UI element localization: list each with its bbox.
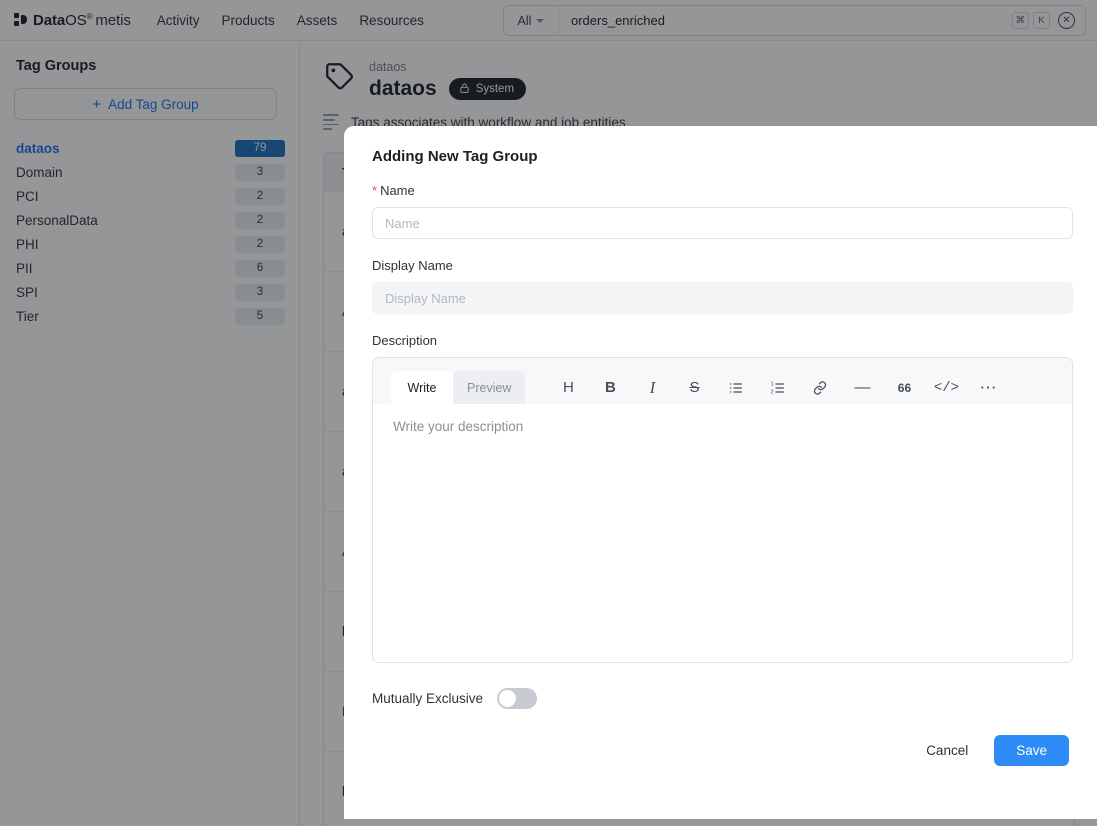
mutually-exclusive-label: Mutually Exclusive: [372, 691, 484, 706]
more-options-icon[interactable]: ⋯: [967, 371, 1009, 404]
tab-write[interactable]: Write: [391, 371, 453, 404]
bold-icon[interactable]: B: [589, 371, 631, 404]
editor-tabs: Write Preview: [391, 358, 526, 404]
modal-footer: Cancel Save: [372, 735, 1069, 766]
modal-title: Adding New Tag Group: [372, 148, 538, 165]
code-icon[interactable]: </>: [925, 371, 967, 404]
editor-toolbar: Write Preview H B I S 1 2 — 66 </> ⋯: [373, 358, 1072, 404]
description-field-label: Description: [372, 333, 438, 348]
italic-icon[interactable]: I: [631, 371, 673, 404]
numbered-list-icon[interactable]: 1 2: [757, 371, 799, 404]
save-button[interactable]: Save: [994, 735, 1069, 766]
display-name-input[interactable]: [372, 282, 1073, 314]
editor-tool-buttons: H B I S 1 2 — 66 </> ⋯: [547, 371, 1009, 404]
description-editor: Write Preview H B I S 1 2 — 66 </> ⋯ Wri…: [372, 357, 1073, 663]
description-placeholder: Write your description: [393, 419, 524, 434]
bullet-list-icon[interactable]: [715, 371, 757, 404]
app-root: DataOS® metis Activity Products Assets Re…: [0, 0, 1097, 826]
display-name-field-label: Display Name: [372, 258, 453, 273]
svg-text:2: 2: [771, 389, 774, 395]
name-field-label: * Name: [372, 183, 1069, 198]
horizontal-rule-icon[interactable]: —: [841, 371, 883, 404]
description-textarea[interactable]: Write your description: [373, 404, 1072, 662]
name-input[interactable]: [372, 207, 1073, 239]
strikethrough-icon[interactable]: S: [673, 371, 715, 404]
tab-preview[interactable]: Preview: [453, 371, 526, 404]
heading-icon[interactable]: H: [547, 371, 589, 404]
cancel-button[interactable]: Cancel: [910, 735, 984, 766]
name-label-text: Name: [380, 183, 415, 198]
toggle-knob: [499, 690, 517, 707]
svg-text:1: 1: [771, 381, 774, 387]
link-icon[interactable]: [799, 371, 841, 404]
mutually-exclusive-toggle[interactable]: [497, 688, 538, 709]
add-tag-group-modal: Adding New Tag Group *Name Display Name …: [344, 126, 1097, 819]
required-asterisk: *: [372, 183, 378, 198]
mutually-exclusive-row: Mutually Exclusive: [372, 688, 1069, 709]
blockquote-icon[interactable]: 66: [883, 371, 925, 404]
